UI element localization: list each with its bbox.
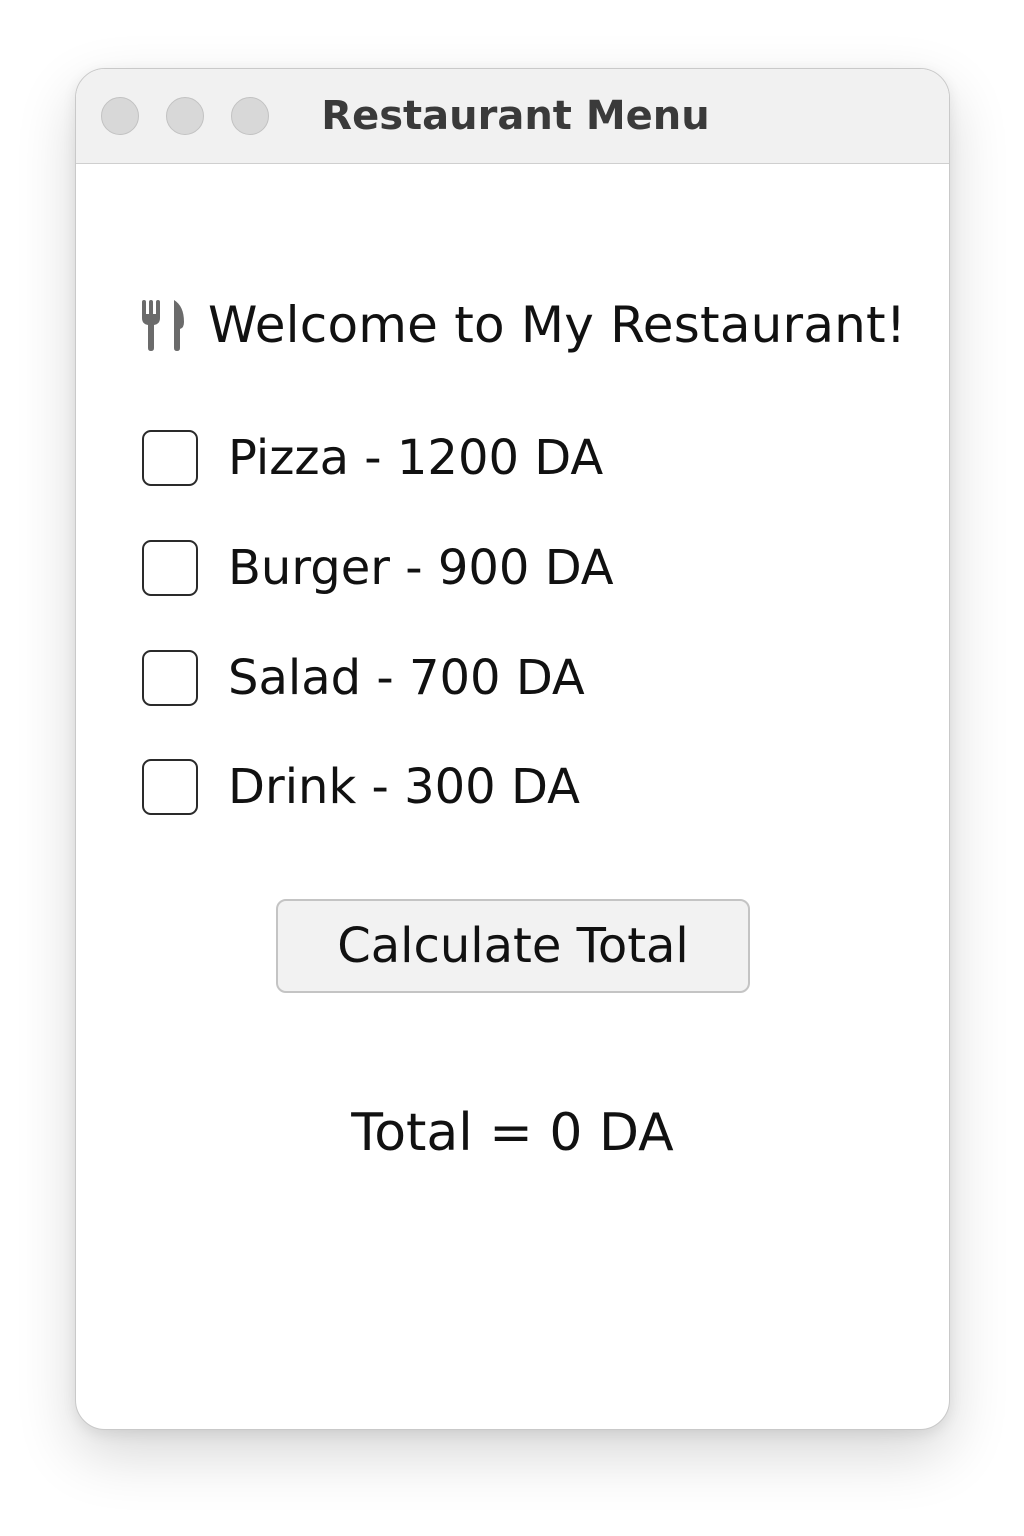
window-title: Restaurant Menu bbox=[321, 93, 710, 139]
salad-checkbox[interactable] bbox=[142, 650, 198, 706]
fork-knife-icon bbox=[142, 300, 184, 351]
menu-item-burger[interactable]: Burger - 900 DA bbox=[142, 537, 614, 599]
menu-item-pizza[interactable]: Pizza - 1200 DA bbox=[142, 427, 603, 489]
title-bar[interactable]: Restaurant Menu bbox=[76, 69, 949, 164]
total-label: Total = 0 DA bbox=[351, 1103, 674, 1163]
pizza-checkbox[interactable] bbox=[142, 430, 198, 486]
menu-item-label: Pizza - 1200 DA bbox=[228, 430, 604, 486]
drink-checkbox[interactable] bbox=[142, 759, 198, 815]
menu-item-label: Burger - 900 DA bbox=[228, 540, 614, 596]
menu-item-drink[interactable]: Drink - 300 DA bbox=[142, 756, 580, 818]
menu-item-label: Salad - 700 DA bbox=[228, 650, 585, 706]
welcome-title: Welcome to My Restaurant! bbox=[208, 296, 907, 354]
menu-item-label: Drink - 300 DA bbox=[228, 759, 580, 815]
app-window: Restaurant Menu Welcome to My Restaurant… bbox=[75, 68, 950, 1430]
menu-item-salad[interactable]: Salad - 700 DA bbox=[142, 647, 585, 709]
burger-checkbox[interactable] bbox=[142, 540, 198, 596]
welcome-header: Welcome to My Restaurant! bbox=[140, 295, 906, 355]
calculate-total-button[interactable]: Calculate Total bbox=[276, 899, 750, 993]
